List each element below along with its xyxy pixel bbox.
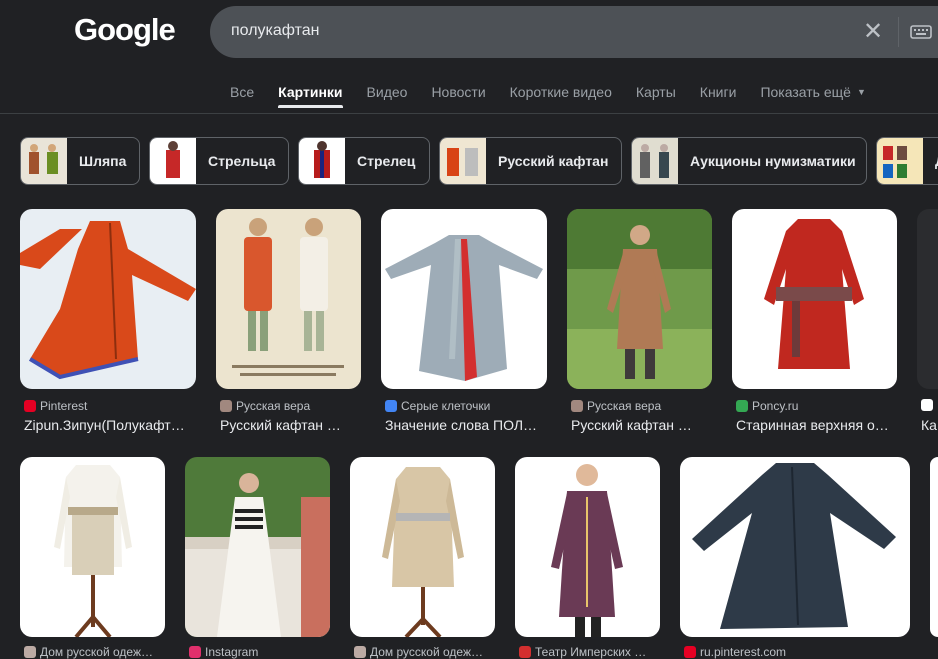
- result-image[interactable]: [680, 457, 910, 637]
- header-divider: [0, 113, 938, 114]
- wikipedia-icon: [921, 399, 933, 411]
- chip-streltsa[interactable]: Стрельца: [149, 137, 289, 185]
- result-source[interactable]: Дом русской одеж…: [354, 645, 483, 659]
- result-image[interactable]: [732, 209, 897, 389]
- chip-more[interactable]: Д: [876, 137, 938, 185]
- result-title[interactable]: Значение слова ПОЛ…: [385, 417, 547, 433]
- site-icon: [354, 646, 366, 658]
- site-icon: [736, 400, 748, 412]
- result-image[interactable]: [350, 457, 495, 637]
- result-source[interactable]: Русская вера: [571, 399, 661, 413]
- tab-short-videos[interactable]: Короткие видео: [510, 84, 612, 108]
- result-image[interactable]: [185, 457, 330, 637]
- search-box[interactable]: полукафтан ✕: [210, 6, 938, 58]
- chip-thumbnail: [877, 138, 923, 184]
- result-title[interactable]: Ка: [921, 417, 938, 433]
- result-source-label: Русская вера: [587, 399, 662, 413]
- clear-search-icon[interactable]: ✕: [860, 19, 886, 45]
- result-title[interactable]: Старинная верхняя о…: [736, 417, 897, 433]
- tab-all[interactable]: Все: [230, 84, 254, 108]
- tab-more-label: Показать ещё: [760, 84, 851, 100]
- keyboard-icon[interactable]: [910, 21, 932, 43]
- chip-label: Аукционы нумизматики: [690, 153, 856, 169]
- result-source-label: Серые клеточки: [401, 399, 491, 413]
- chip-hat[interactable]: Шляпа: [20, 137, 140, 185]
- result-source-label: Театр Имперских …: [535, 645, 647, 659]
- tab-news[interactable]: Новости: [431, 84, 485, 108]
- chip-label: Стрелец: [357, 153, 416, 169]
- result-source-label: Русская вера: [236, 399, 311, 413]
- result-image[interactable]: [567, 209, 712, 389]
- tab-books[interactable]: Книги: [700, 84, 737, 108]
- result-image[interactable]: [917, 209, 938, 389]
- chip-thumbnail: [299, 138, 345, 184]
- tab-more[interactable]: Показать ещё ▼: [760, 84, 865, 108]
- tab-images[interactable]: Картинки: [278, 84, 343, 108]
- site-icon: [519, 646, 531, 658]
- result-source-label: ru.pinterest.com: [700, 645, 787, 659]
- result-source[interactable]: Серые клеточки: [385, 399, 490, 413]
- result-source[interactable]: Instagram: [189, 645, 258, 659]
- result-source[interactable]: Русская вера: [220, 399, 310, 413]
- result-image[interactable]: [515, 457, 660, 637]
- tab-maps[interactable]: Карты: [636, 84, 676, 108]
- result-source-label: Poncy.ru: [752, 399, 799, 413]
- chip-thumbnail: [440, 138, 486, 184]
- chip-label: Шляпа: [79, 153, 127, 169]
- result-source-label: Pinterest: [40, 399, 88, 413]
- tab-video[interactable]: Видео: [367, 84, 408, 108]
- result-image[interactable]: [20, 457, 165, 637]
- result-image[interactable]: [20, 209, 196, 389]
- search-input[interactable]: полукафтан: [231, 22, 320, 40]
- result-title[interactable]: Zipun.Зипун(Полукафт…: [24, 417, 196, 433]
- site-icon: [571, 400, 583, 412]
- result-source-label: Instagram: [205, 645, 259, 659]
- site-icon: [220, 400, 232, 412]
- search-tabs: Все Картинки Видео Новости Короткие виде…: [230, 84, 890, 108]
- result-source-label: Дом русской одеж…: [40, 645, 153, 659]
- site-icon: [385, 400, 397, 412]
- result-image[interactable]: [381, 209, 547, 389]
- chip-thumbnail: [150, 138, 196, 184]
- result-title[interactable]: Русский кафтан …: [220, 417, 361, 433]
- result-source[interactable]: Poncy.ru: [736, 399, 798, 413]
- pinterest-icon: [684, 646, 696, 658]
- chevron-down-icon: ▼: [856, 87, 866, 97]
- result-source-label: Дом русской одеж…: [370, 645, 483, 659]
- result-image[interactable]: [930, 457, 938, 637]
- chip-numismatic-auctions[interactable]: Аукционы нумизматики: [631, 137, 867, 185]
- result-source[interactable]: [921, 399, 937, 411]
- result-source[interactable]: Дом русской одеж…: [24, 645, 153, 659]
- chip-russian-kaftan[interactable]: Русский кафтан: [439, 137, 622, 185]
- chip-label: Стрельца: [208, 153, 276, 169]
- chip-label: Д: [923, 153, 938, 169]
- related-chips: Шляпа Стрельца Стрелец Русский кафтан Ау…: [20, 137, 938, 185]
- chip-label: Русский кафтан: [498, 153, 609, 169]
- chip-strelets[interactable]: Стрелец: [298, 137, 430, 185]
- google-logo[interactable]: Google: [74, 12, 176, 48]
- chip-thumbnail: [632, 138, 678, 184]
- instagram-icon: [189, 646, 201, 658]
- result-source[interactable]: Pinterest: [24, 399, 87, 413]
- site-icon: [24, 646, 36, 658]
- result-source[interactable]: Театр Имперских …: [519, 645, 646, 659]
- chip-thumbnail: [21, 138, 67, 184]
- result-title[interactable]: Русский кафтан …: [571, 417, 712, 433]
- search-divider: [898, 17, 899, 47]
- result-source[interactable]: ru.pinterest.com: [684, 645, 786, 659]
- result-image[interactable]: [216, 209, 361, 389]
- pinterest-icon: [24, 400, 36, 412]
